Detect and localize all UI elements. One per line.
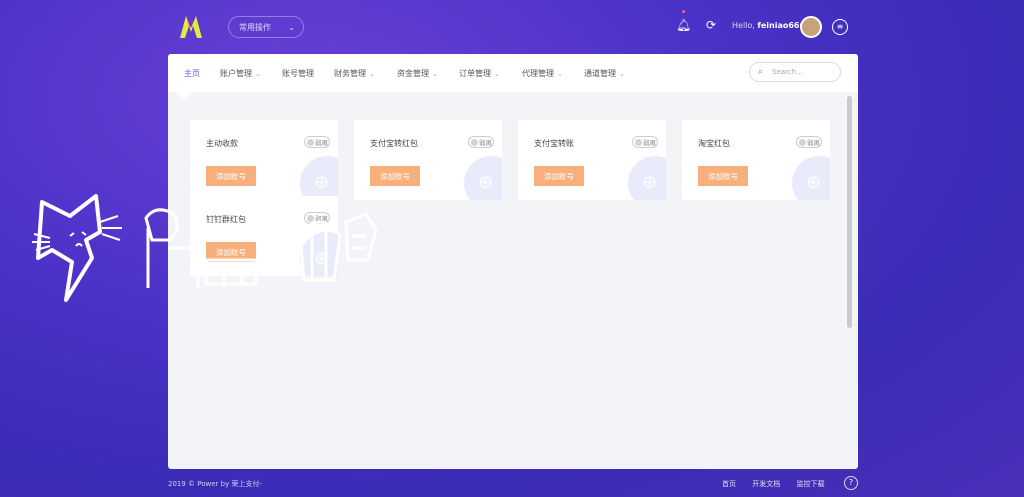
channel-card: 支付宝转账 弱离 ⊕ 添加账号 [518,120,666,200]
nav-bar: 主页 账户管理 ⌄ 账号管理 财务管理 ⌄ 资金管理 ⌄ 订单管理 ⌄ 代理管理 ⌄ 通道… [168,54,858,92]
card-toggle[interactable]: 弱离 [632,136,658,148]
nav-item-account-management[interactable]: 账户管理 ⌄ [220,68,261,79]
brand-logo[interactable] [178,16,204,38]
add-account-button[interactable]: 添加账号 [370,166,420,186]
nav-item-label: 主页 [184,69,200,78]
nav-item-agent-management[interactable]: 代理管理 ⌄ [522,68,563,79]
card-toggle[interactable]: 弱离 [304,136,330,148]
nav-item-order-management[interactable]: 订单管理 ⌄ [459,68,500,79]
nav-item-label: 资金管理 [397,69,429,78]
greeting: Hello, feiniao666 [732,21,805,30]
channel-card: 淘宝红包 弱离 ⊕ 添加账号 [682,120,830,200]
scrollbar[interactable] [847,96,852,328]
footer-link-docs[interactable]: 开发文档 [752,480,780,488]
add-account-button[interactable]: 添加账号 [534,166,584,186]
search-input[interactable]: ⌕ Search... [749,62,841,82]
greeting-prefix: Hello, [732,21,755,30]
chevron-down-icon: ⌄ [288,23,295,32]
nav-item-label: 账户管理 [220,69,252,78]
sync-icon[interactable]: ⟳ [706,18,722,36]
database-add-icon: ⊕ [464,156,502,200]
top-bar: 常用操作 ⌄ 🔔︎ ⟳ Hello, feiniao666 ≡ [168,10,858,46]
username[interactable]: feiniao666 [757,21,805,30]
nav-item-account-number-management[interactable]: 账号管理 [282,68,314,79]
chevron-down-icon: ⌄ [432,70,438,78]
card-toggle[interactable]: 弱离 [796,136,822,148]
add-account-button[interactable]: 添加账号 [206,166,256,186]
footer-links: 首页 开发文档 监控下载 [722,479,838,489]
nav-item-label: 财务管理 [334,69,366,78]
footer-copyright: 2019 © Power by 荣上支付- [168,480,262,488]
card-title: 主动收款 [206,139,238,148]
channel-card: 主动收款 弱离 ⊕ 添加账号 [190,120,338,200]
notification-dot [682,10,685,13]
nav-item-label: 账号管理 [282,69,314,78]
card-title: 支付宝转红包 [370,139,418,148]
chevron-down-icon: ⌄ [369,70,375,78]
quick-actions-label: 常用操作 [239,23,271,32]
add-account-button[interactable]: 添加账号 [698,166,748,186]
quick-actions-dropdown[interactable]: 常用操作 ⌄ [228,16,304,38]
nav-item-funds-management[interactable]: 资金管理 ⌄ [397,68,438,79]
nav-active-pointer [176,92,192,99]
search-placeholder: Search... [772,68,803,76]
card-toggle[interactable]: 弱离 [468,136,494,148]
chevron-down-icon: ⌄ [557,70,563,78]
cat-mascot-illustration [32,194,378,302]
avatar[interactable] [800,16,822,38]
card-title: 支付宝转账 [534,139,574,148]
nav-item-home[interactable]: 主页 [184,68,200,79]
nav-item-label: 代理管理 [522,69,554,78]
channel-card: 支付宝转红包 弱离 ⊕ 添加账号 [354,120,502,200]
nav-item-channel-management[interactable]: 通道管理 ⌄ [584,68,625,79]
help-icon[interactable]: ? [844,476,858,490]
footer-link-monitor-download[interactable]: 监控下载 [796,480,824,488]
search-icon: ⌕ [758,67,764,77]
card-title: 淘宝红包 [698,139,730,148]
menu-icon[interactable]: ≡ [832,19,848,35]
nav-item-finance-management[interactable]: 财务管理 ⌄ [334,68,375,79]
chevron-down-icon: ⌄ [494,70,500,78]
bell-icon[interactable]: 🔔︎ [676,18,692,36]
chevron-down-icon: ⌄ [619,70,625,78]
chevron-down-icon: ⌄ [255,70,261,78]
database-add-icon: ⊕ [792,156,830,200]
footer-link-home[interactable]: 首页 [722,480,736,488]
nav-item-label: 订单管理 [459,69,491,78]
nav-item-label: 通道管理 [584,69,616,78]
database-add-icon: ⊕ [628,156,666,200]
